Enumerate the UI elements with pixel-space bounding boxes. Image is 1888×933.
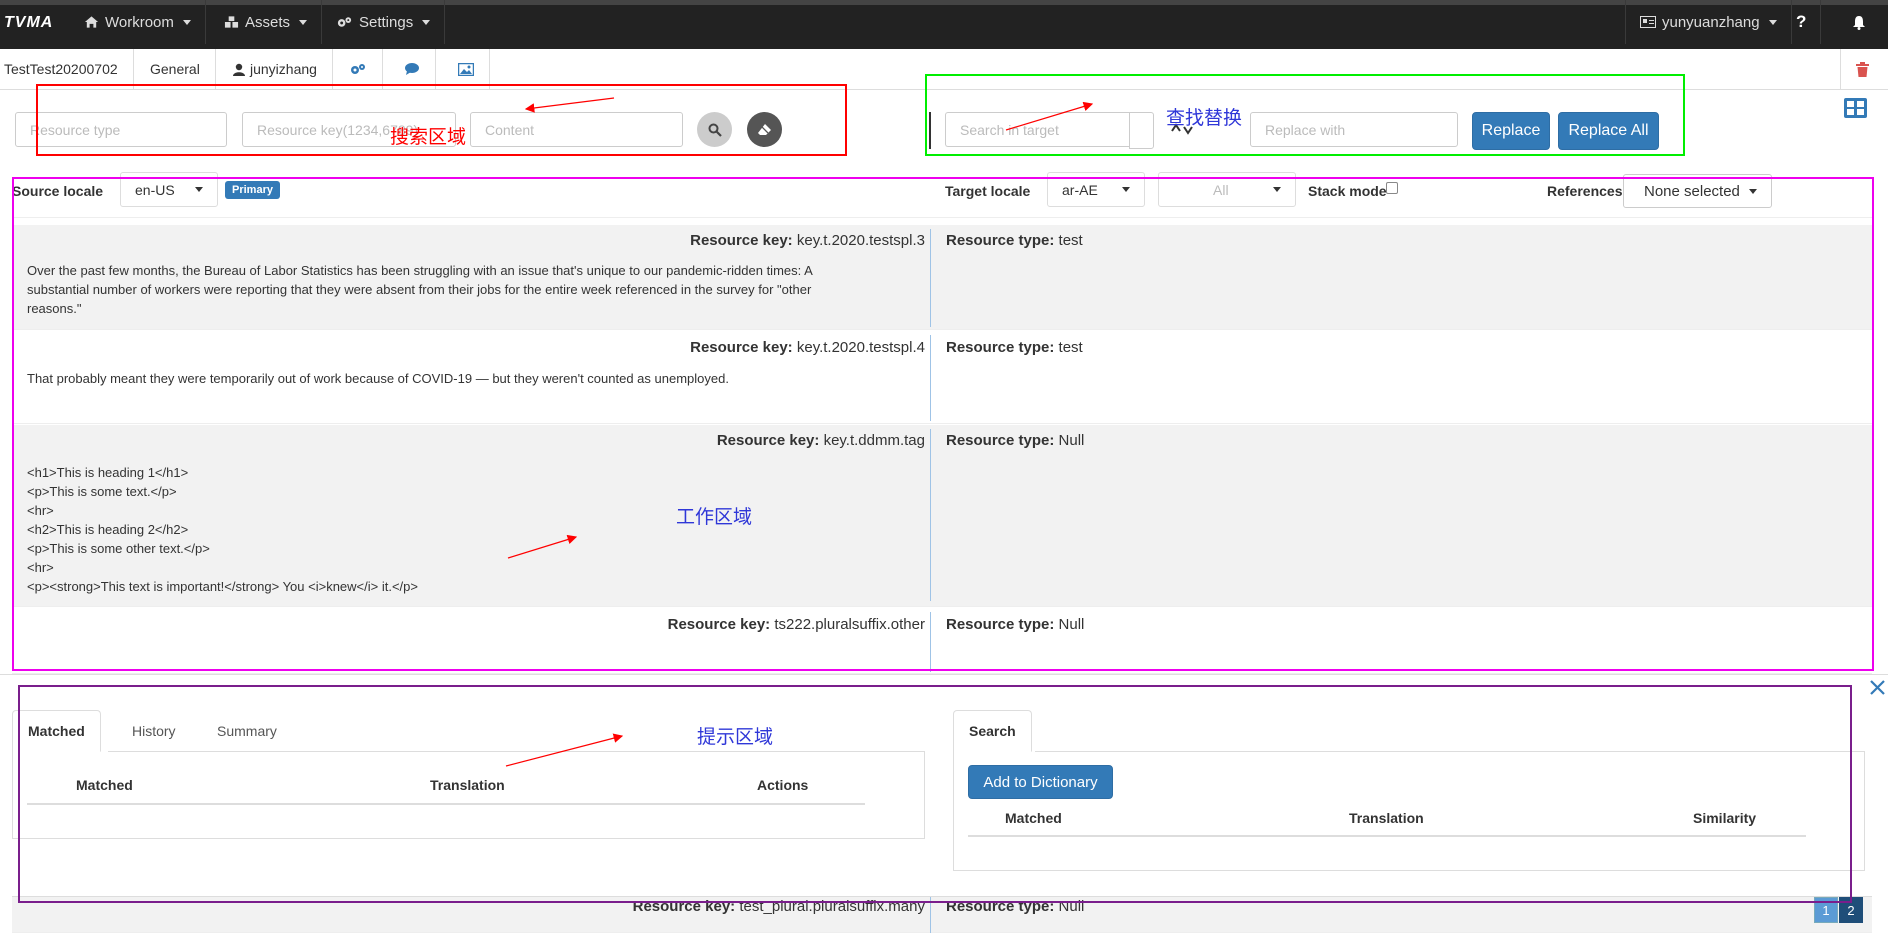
search-area-arrow <box>524 97 615 113</box>
work-area-arrow <box>507 534 578 559</box>
annotation-arrows <box>505 97 1094 767</box>
hint-area-arrow <box>505 733 624 767</box>
find-replace-arrow <box>1005 101 1094 131</box>
